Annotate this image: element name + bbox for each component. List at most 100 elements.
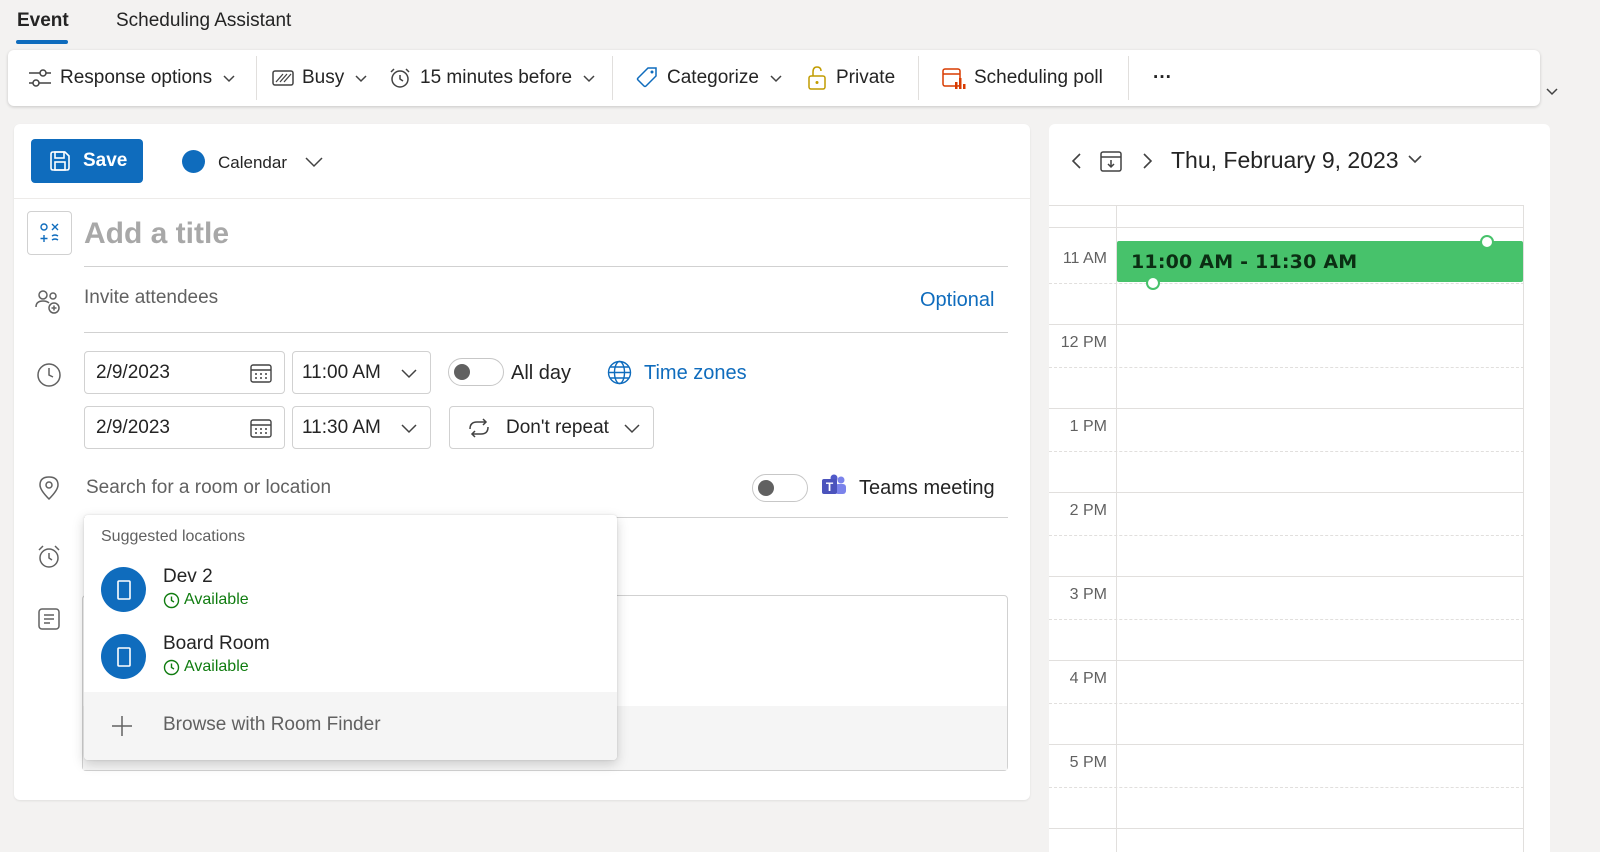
- save-icon: [49, 150, 71, 172]
- hour-line: [1049, 660, 1524, 661]
- resize-handle-top[interactable]: [1480, 235, 1494, 249]
- busy-status-icon: [272, 69, 294, 87]
- save-button[interactable]: Save: [31, 139, 143, 183]
- reminder-button[interactable]: 15 minutes before: [388, 50, 596, 106]
- hour-line: [1049, 576, 1524, 577]
- hour-label: 3 PM: [1069, 586, 1107, 603]
- private-button[interactable]: Private: [806, 50, 895, 106]
- categorize-button[interactable]: Categorize: [635, 50, 783, 106]
- chevron-left-icon[interactable]: [1070, 152, 1084, 170]
- tab-scheduling-assistant[interactable]: Scheduling Assistant: [116, 10, 291, 32]
- chevron-down-icon: [222, 73, 236, 83]
- category-picker-button[interactable]: [27, 211, 72, 255]
- calendar-selector-label[interactable]: Calendar: [218, 153, 287, 173]
- attendees-underline: [84, 332, 1008, 333]
- globe-icon[interactable]: [607, 360, 632, 385]
- toggle-knob: [758, 480, 774, 496]
- room-door-icon: [101, 567, 146, 612]
- optional-attendees-link[interactable]: Optional: [920, 289, 995, 312]
- half-hour-line: [1049, 787, 1524, 788]
- save-label: Save: [83, 150, 128, 171]
- show-as-busy-button[interactable]: Busy: [272, 50, 368, 106]
- start-time-value: 11:00 AM: [302, 361, 381, 383]
- tab-event[interactable]: Event: [17, 10, 69, 32]
- all-day-toggle[interactable]: [448, 358, 504, 386]
- day-time-grid[interactable]: 11 AM 12 PM 1 PM 2 PM 3 PM 4 PM 5 PM: [1049, 205, 1524, 852]
- lock-open-icon: [806, 65, 828, 91]
- hour-label: 4 PM: [1069, 670, 1107, 687]
- hour-label: 11 AM: [1062, 250, 1107, 267]
- end-time-value: 11:30 AM: [302, 416, 381, 438]
- toggle-knob: [454, 364, 470, 380]
- half-hour-line: [1049, 451, 1524, 452]
- hour-line: [1049, 744, 1524, 745]
- hour-label: 2 PM: [1069, 502, 1107, 519]
- start-date-picker[interactable]: 2/9/2023: [84, 351, 285, 394]
- more-options-button[interactable]: ···: [1153, 50, 1172, 106]
- chevron-right-icon[interactable]: [1140, 152, 1154, 170]
- chevron-down-icon: [769, 73, 783, 83]
- hour-line: [1049, 324, 1524, 325]
- shapes-icon: [38, 221, 62, 245]
- event-preview-block[interactable]: 11:00 AM - 11:30 AM: [1117, 235, 1523, 290]
- location-name: Dev 2: [163, 566, 213, 587]
- response-options-button[interactable]: Response options: [28, 50, 236, 106]
- half-hour-line: [1049, 367, 1524, 368]
- ribbon-toolbar: Response options Busy 15 minutes before …: [8, 50, 1540, 106]
- scheduling-poll-button[interactable]: Scheduling poll: [942, 50, 1103, 106]
- repeat-icon: [466, 417, 492, 439]
- start-time-picker[interactable]: 11:00 AM: [292, 351, 431, 394]
- teams-meeting-toggle[interactable]: [752, 474, 808, 502]
- chevron-down-icon[interactable]: [400, 422, 418, 434]
- location-option-dev-2[interactable]: Dev 2 Available: [84, 561, 617, 623]
- calendar-date-label[interactable]: Thu, February 9, 2023: [1171, 147, 1399, 174]
- alarm-clock-icon: [388, 66, 412, 90]
- half-hour-line: [1049, 703, 1524, 704]
- location-pin-icon: [35, 474, 63, 502]
- repeat-dropdown[interactable]: Don't repeat: [449, 406, 654, 449]
- grid-right-border: [1523, 206, 1524, 852]
- ribbon-divider: [1128, 56, 1129, 100]
- plus-icon: [111, 715, 133, 737]
- hour-line: [1049, 828, 1524, 829]
- time-zones-link[interactable]: Time zones: [644, 362, 747, 385]
- go-to-today-icon[interactable]: [1099, 149, 1123, 173]
- title-underline: [84, 266, 1008, 267]
- active-tab-indicator: [16, 40, 68, 44]
- header-divider: [14, 198, 1030, 199]
- tag-icon: [635, 66, 659, 90]
- chevron-down-icon[interactable]: [304, 154, 324, 168]
- end-date-value: 2/9/2023: [96, 416, 170, 438]
- invite-attendees-input[interactable]: Invite attendees: [84, 287, 218, 309]
- reminder-label: 15 minutes before: [420, 67, 573, 88]
- svg-text:T: T: [826, 480, 834, 494]
- people-add-icon: [35, 288, 63, 316]
- end-time-picker[interactable]: 11:30 AM: [292, 406, 431, 449]
- half-hour-line: [1049, 619, 1524, 620]
- sliders-icon: [28, 67, 52, 89]
- calendar-icon[interactable]: [250, 363, 272, 383]
- calendar-icon[interactable]: [250, 418, 272, 438]
- ribbon-divider: [918, 56, 919, 100]
- teams-icon: T: [821, 474, 847, 498]
- scheduling-poll-label: Scheduling poll: [974, 67, 1103, 88]
- availability-text: Available: [184, 591, 249, 608]
- clock-icon: [35, 361, 63, 389]
- title-input[interactable]: Add a title: [84, 217, 229, 251]
- hour-line: [1049, 492, 1524, 493]
- availability-text: Available: [184, 658, 249, 675]
- private-label: Private: [836, 67, 896, 88]
- end-date-picker[interactable]: 2/9/2023: [84, 406, 285, 449]
- chevron-down-icon[interactable]: [400, 367, 418, 379]
- resize-handle-bottom[interactable]: [1146, 276, 1160, 290]
- location-option-board-room[interactable]: Board Room Available: [84, 628, 617, 690]
- calendar-color-dot: [182, 150, 205, 173]
- browse-room-finder-button[interactable]: Browse with Room Finder: [84, 692, 617, 760]
- chevron-down-icon[interactable]: [1407, 153, 1423, 165]
- repeat-value: Don't repeat: [506, 416, 609, 438]
- suggested-locations-header: Suggested locations: [101, 528, 246, 545]
- poll-calendar-icon: [942, 66, 966, 90]
- expand-ribbon-icon[interactable]: [1545, 86, 1559, 96]
- hour-label: 5 PM: [1069, 754, 1107, 771]
- location-search-input[interactable]: Search for a room or location: [86, 477, 331, 499]
